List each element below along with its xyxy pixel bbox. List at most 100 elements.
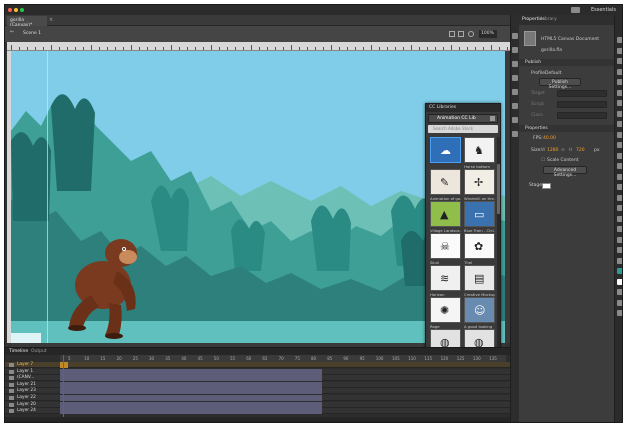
fps-value[interactable]: 40.00 — [543, 136, 556, 141]
playhead[interactable] — [63, 355, 64, 417]
library-item[interactable]: ♞ Horse bottom — [464, 137, 495, 169]
library-item[interactable]: ✺ Rage — [430, 297, 461, 329]
layer-frames[interactable] — [60, 388, 322, 395]
layer-name[interactable]: Layer 7 — [17, 362, 33, 367]
align-icon[interactable] — [512, 47, 518, 53]
library-item[interactable]: ▤ Creative Mockup — [464, 265, 495, 297]
properties-section-header[interactable]: Properties — [519, 125, 614, 132]
brush-icon[interactable] — [617, 152, 622, 159]
library-select[interactable]: Animation CC Lib — [428, 114, 498, 123]
tab-library[interactable]: Library — [541, 17, 557, 22]
center-stage-icon[interactable] — [468, 31, 474, 37]
back-arrow-icon[interactable]: ← — [10, 29, 16, 35]
eraser-icon[interactable] — [617, 215, 622, 222]
layer-frames[interactable] — [60, 381, 322, 388]
frame-ruler[interactable]: 5 10 15 20 25 30 35 40 45 50 55 60 65 70 75 80 85 90 95 100… — [60, 355, 506, 362]
layer-row[interactable]: Layer 20 — [5, 401, 510, 408]
workspace-switcher[interactable]: Essentials — [591, 7, 616, 13]
oval-tool-icon[interactable] — [617, 131, 622, 138]
swap-colors-icon[interactable] — [617, 289, 622, 295]
pencil-icon[interactable] — [617, 142, 622, 148]
width-tool-icon[interactable] — [617, 226, 622, 232]
document-tab[interactable]: gorilla (Canvas)* — [7, 16, 47, 28]
hand-tool-icon[interactable] — [617, 247, 622, 253]
text-tool-icon[interactable] — [617, 100, 622, 106]
zoom-select[interactable]: 100% — [479, 30, 497, 38]
library-item[interactable]: ≋ Horizon — [430, 265, 461, 297]
height-value[interactable]: 720 — [576, 148, 585, 153]
fill-color-icon[interactable] — [617, 278, 622, 285]
layer-name[interactable]: Layer 21 — [17, 382, 36, 387]
edit-symbol-icon[interactable] — [458, 31, 464, 37]
smooth-icon[interactable] — [617, 310, 622, 316]
close-tab-icon[interactable]: × — [49, 17, 53, 23]
cc-libraries-header[interactable]: CC Libraries — [426, 104, 500, 112]
info-icon[interactable] — [512, 61, 518, 67]
line-tool-icon[interactable] — [617, 110, 622, 117]
subselection-tool-icon[interactable] — [617, 47, 622, 54]
target-field[interactable] — [557, 90, 607, 97]
layer-row[interactable]: Layer 24 — [5, 408, 510, 415]
minimize-window-button[interactable] — [14, 8, 18, 12]
layer-name[interactable]: Layer 24 — [17, 408, 36, 413]
layer-name[interactable]: (CANV... — [17, 375, 34, 380]
zoom-window-button[interactable] — [20, 8, 24, 12]
free-transform-icon[interactable] — [617, 58, 622, 64]
layer-frames[interactable] — [60, 395, 322, 401]
link-dimensions-icon[interactable]: ⊙ — [561, 148, 565, 153]
zoom-tool-icon[interactable] — [617, 257, 622, 264]
library-item[interactable]: ▭ Blue Train - Chil... — [464, 201, 495, 233]
scene-label[interactable]: Scene 1 — [23, 31, 41, 36]
history-icon[interactable] — [512, 131, 518, 137]
layer-name[interactable]: Layer 23 — [17, 388, 36, 393]
bone-tool-icon[interactable] — [617, 173, 622, 180]
pen-icon[interactable] — [617, 89, 622, 96]
tab-timeline[interactable]: Timeline — [9, 349, 28, 354]
script-field[interactable] — [557, 101, 607, 108]
layer-row[interactable]: Layer 21 — [5, 381, 510, 388]
layer-name[interactable]: Layer 1 — [17, 369, 33, 374]
stage-color-swatch[interactable] — [542, 183, 551, 189]
lasso-icon[interactable] — [617, 79, 622, 85]
paint-bucket-icon[interactable] — [617, 184, 622, 190]
library-item[interactable]: ✎ Animation of go... — [430, 169, 461, 201]
layer-frames[interactable] — [60, 362, 68, 368]
camera-icon[interactable] — [617, 236, 622, 243]
3d-rotation-icon[interactable] — [617, 68, 622, 75]
layer-frames[interactable] — [60, 368, 322, 375]
layer-frames[interactable] — [60, 375, 322, 382]
snap-icon[interactable] — [617, 299, 622, 306]
publish-settings-button[interactable]: Publish Settings... — [539, 78, 581, 90]
workspace-icon[interactable] — [571, 7, 580, 13]
library-item[interactable]: ☠ Skull — [430, 233, 461, 265]
rectangle-tool-icon[interactable] — [617, 121, 622, 127]
layer-name[interactable]: Layer 22 — [17, 395, 36, 400]
library-item[interactable]: ☺ A good looking — [464, 297, 495, 329]
selection-tool-icon[interactable] — [617, 37, 622, 43]
tab-output[interactable]: Output — [31, 349, 47, 354]
library-item[interactable]: ▲ Village Landsca... — [430, 201, 461, 233]
layer-row[interactable]: Layer 7 — [5, 362, 510, 368]
stock-search-input[interactable]: Search Adobe Stock — [428, 125, 498, 133]
list-view-icon[interactable] — [490, 116, 495, 121]
paint-brush-icon[interactable] — [617, 163, 622, 169]
layer-row[interactable]: Layer 22 — [5, 395, 510, 401]
width-value[interactable]: 1280 — [547, 148, 558, 153]
color-icon[interactable] — [512, 89, 518, 95]
cc-libraries-scroll-thumb[interactable] — [497, 164, 500, 214]
publish-section-header[interactable]: Publish — [519, 59, 614, 66]
layer-frames[interactable] — [60, 408, 322, 415]
ink-bottle-icon[interactable] — [617, 194, 622, 201]
library-item[interactable]: ✿ Thel — [464, 233, 495, 265]
layer-row[interactable]: (CANV... — [5, 375, 510, 382]
class-field[interactable] — [557, 112, 607, 119]
layer-name[interactable]: Layer 20 — [17, 402, 36, 407]
layer-row[interactable]: Layer 23 — [5, 388, 510, 395]
edit-scene-icon[interactable] — [449, 31, 455, 37]
library-item[interactable]: ☁ — [430, 137, 461, 169]
transform-icon[interactable] — [512, 103, 518, 109]
motion-presets-icon[interactable] — [512, 117, 518, 123]
cc-libraries-icon[interactable] — [512, 33, 518, 39]
stroke-color-icon[interactable] — [617, 268, 622, 274]
library-item[interactable]: ✢ Windmill on the... — [464, 169, 495, 201]
